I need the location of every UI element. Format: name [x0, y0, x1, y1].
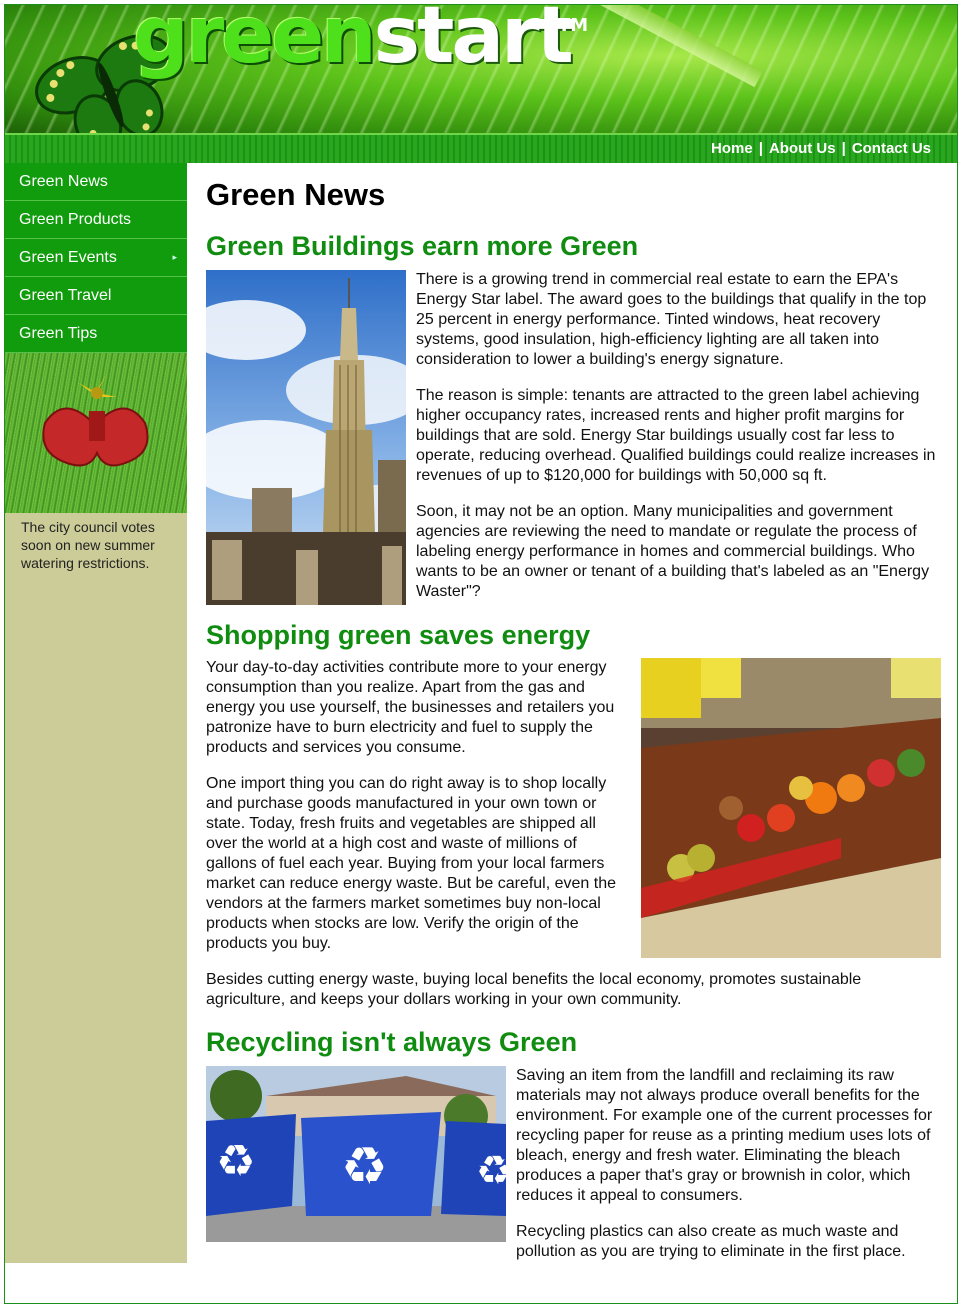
- brand-logo[interactable]: greenstart: [133, 5, 574, 75]
- sidebar-caption: The city council votes soon on new summe…: [21, 519, 155, 571]
- pinwheel-icon: [42, 373, 149, 467]
- article-paragraph: There is a growing trend in commercial r…: [416, 271, 927, 368]
- nav-separator: |: [758, 140, 763, 157]
- page-title: Green News: [206, 177, 386, 212]
- nav-separator: |: [841, 140, 846, 157]
- article-heading: Recycling isn't always Green: [206, 1027, 578, 1057]
- sidebar-item-label: Green Tips: [19, 325, 98, 342]
- brand-name-start: start: [373, 5, 574, 81]
- svg-text:♻: ♻: [216, 1136, 255, 1187]
- sidebar-item-label: Green Products: [19, 211, 132, 228]
- article-paragraph: Recycling plastics can also create as mu…: [516, 1223, 906, 1260]
- nav-contact-link[interactable]: Contact Us: [852, 140, 931, 157]
- sidebar-item-label: Green Events: [19, 249, 117, 266]
- header-banner: greenstart TM: [5, 5, 957, 133]
- article-recycling: Recycling isn't always Green ♻ ♻ ♻ Savin…: [206, 1027, 942, 1260]
- article-paragraph: The reason is simple: tenants are attrac…: [416, 387, 936, 484]
- article-paragraph: Your day-to-day activities contribute mo…: [206, 659, 615, 756]
- article-shopping-green: Shopping green saves energy Your day-to-…: [206, 620, 942, 1008]
- article-image-skyscraper: [206, 270, 406, 605]
- main-content: Green News Green Buildings earn more Gre…: [206, 163, 942, 1260]
- top-nav: Home | About Us | Contact Us: [711, 140, 931, 157]
- brand-name-green: green: [133, 5, 377, 81]
- sidebar-item-green-news[interactable]: Green News: [5, 163, 187, 201]
- article-heading: Shopping green saves energy: [206, 620, 591, 650]
- sidebar-item-green-events[interactable]: Green Events ▸: [5, 239, 187, 277]
- nav-home-link[interactable]: Home: [711, 140, 753, 157]
- sidebar-item-label: Green News: [19, 173, 108, 190]
- article-image-recycling-bins: ♻ ♻ ♻: [206, 1066, 506, 1242]
- article-paragraph: Besides cutting energy waste, buying loc…: [206, 971, 862, 1008]
- svg-text:♻: ♻: [476, 1148, 506, 1194]
- sidebar-item-green-travel[interactable]: Green Travel: [5, 277, 187, 315]
- article-image-farmers-market: [641, 658, 941, 958]
- sidebar-item-green-tips[interactable]: Green Tips: [5, 315, 187, 353]
- article-heading: Green Buildings earn more Green: [206, 231, 639, 261]
- trademark-symbol: TM: [558, 15, 589, 36]
- top-nav-bar: Home | About Us | Contact Us: [5, 133, 957, 163]
- submenu-arrow-icon: ▸: [172, 252, 177, 262]
- sidebar: Green News Green Products Green Events ▸ …: [5, 163, 187, 1263]
- sidebar-photo-pinwheel-on-grass: [5, 353, 187, 513]
- sidebar-item-green-products[interactable]: Green Products: [5, 201, 187, 239]
- svg-text:♻: ♻: [341, 1137, 388, 1197]
- article-green-buildings: Green Buildings earn more Green There is…: [206, 231, 942, 605]
- sidebar-item-label: Green Travel: [19, 287, 112, 304]
- article-paragraph: Saving an item from the landfill and rec…: [516, 1067, 933, 1204]
- article-paragraph: One import thing you can do right away i…: [206, 775, 617, 952]
- nav-about-link[interactable]: About Us: [769, 140, 836, 157]
- article-paragraph: Soon, it may not be an option. Many muni…: [416, 503, 930, 600]
